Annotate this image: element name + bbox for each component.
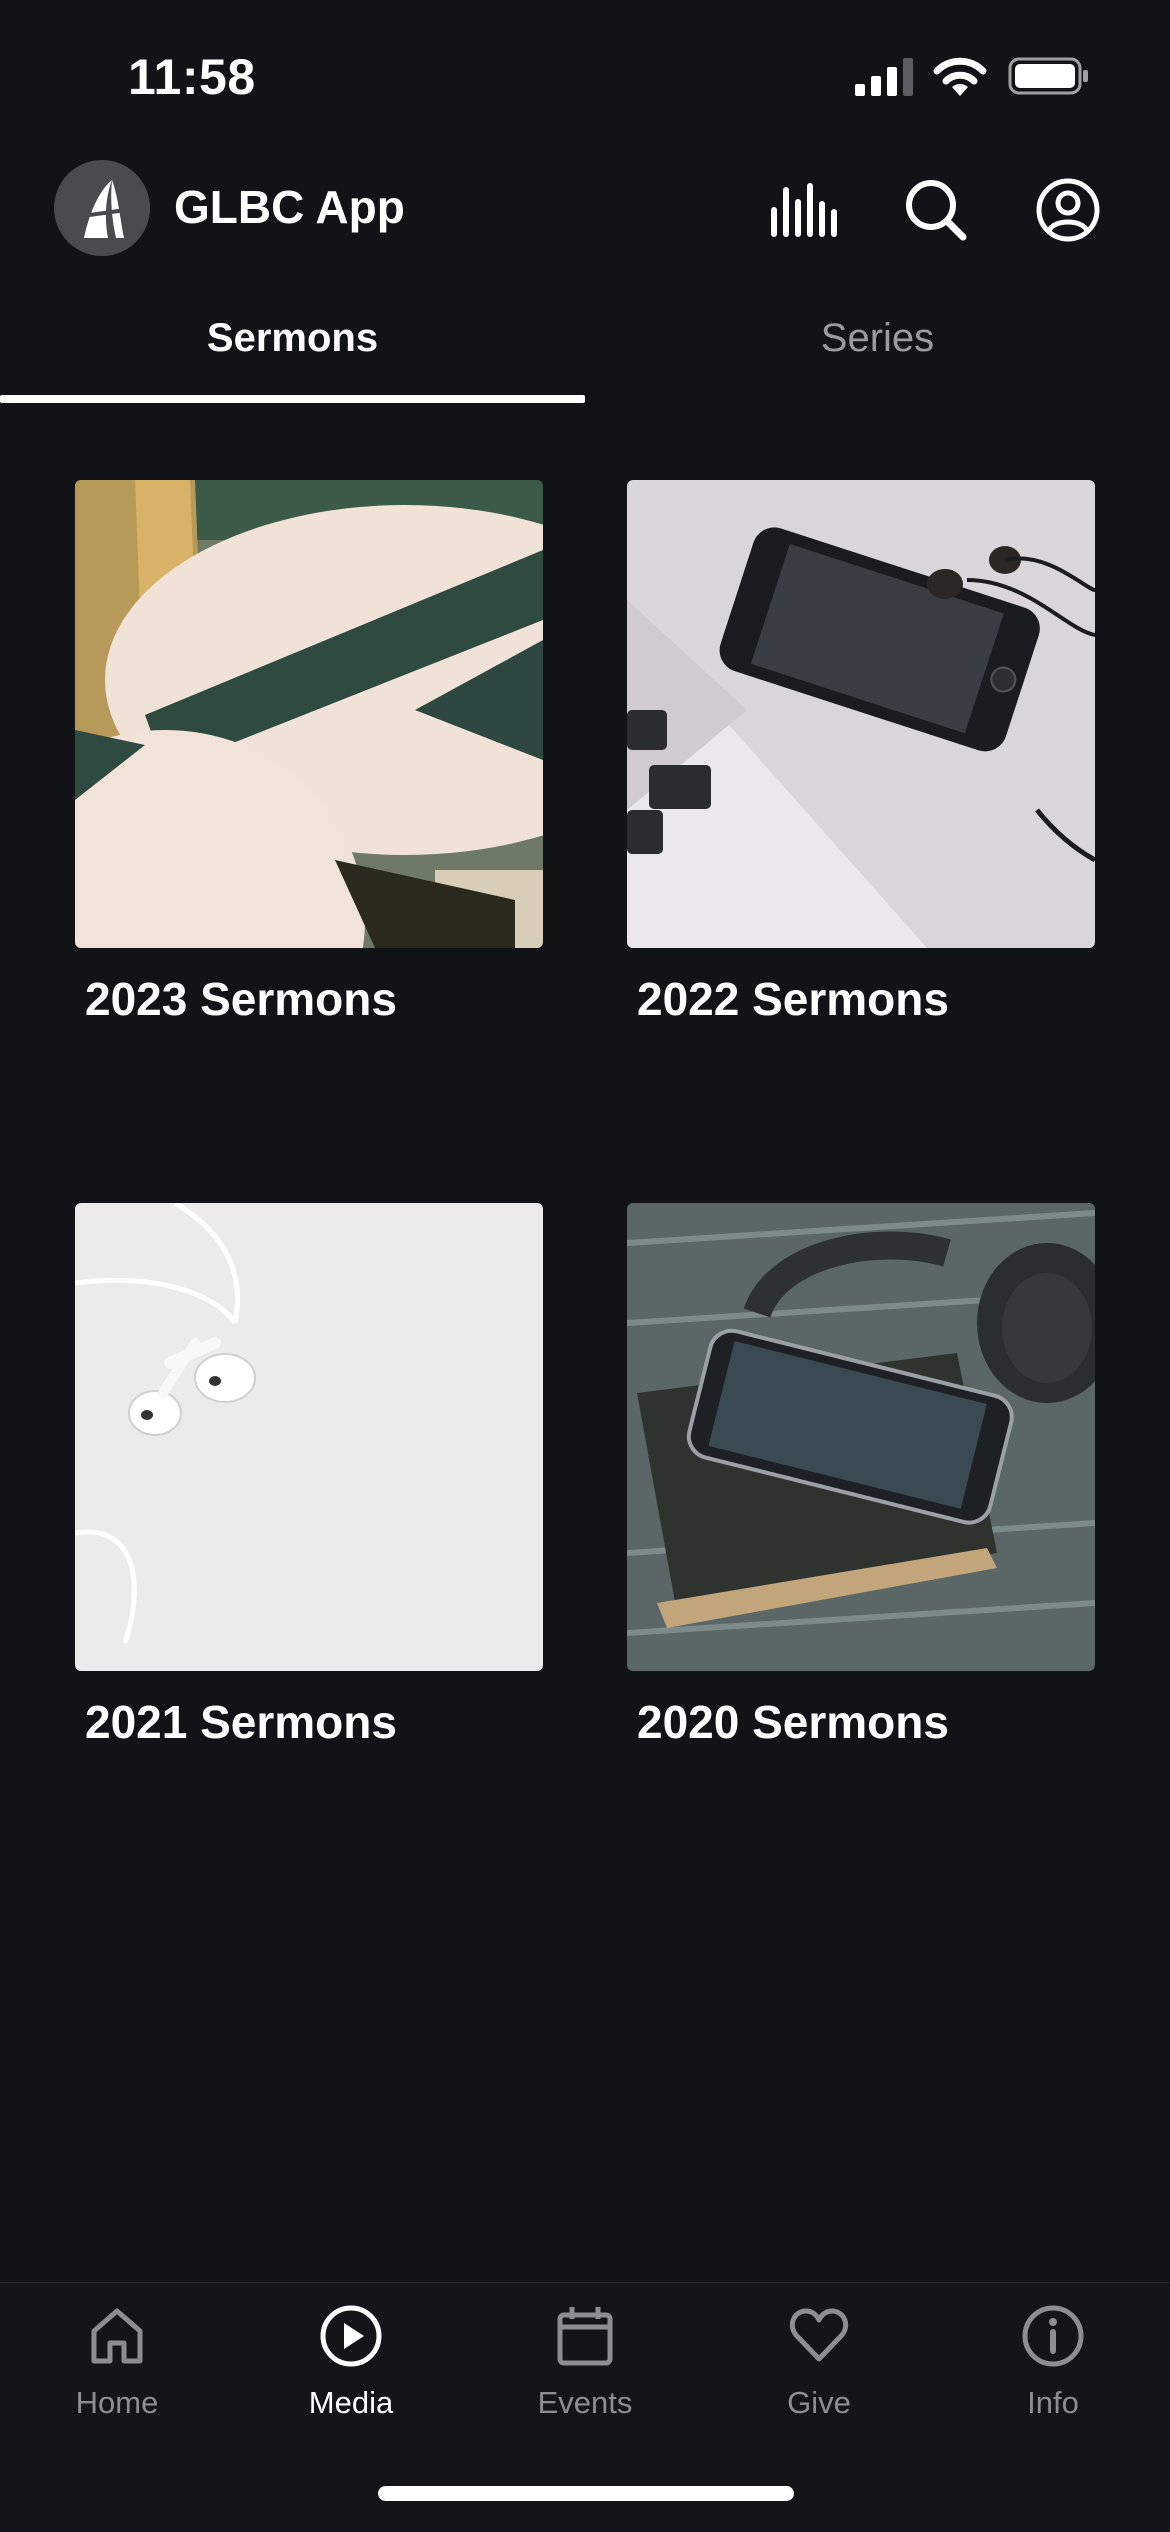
battery-icon [1008,57,1088,95]
status-time: 11:58 [128,49,256,105]
audio-bars-icon [771,183,837,237]
play-circle-icon [320,2305,382,2367]
nav-label: Info [1027,2385,1079,2420]
account-button[interactable] [1028,170,1108,250]
card-title: 2022 Sermons [637,973,949,1025]
nav-label: Events [537,2385,633,2420]
calendar-icon [557,2307,613,2366]
app-title: GLBC App [174,181,405,233]
nav-item-media[interactable]: Media [234,2303,468,2453]
tab-series-label: Series [820,316,935,360]
card-title: 2021 Sermons [85,1696,397,1748]
nav-item-give[interactable]: Give [702,2303,936,2453]
card-title: 2023 Sermons [85,973,397,1025]
church-logo-icon [81,180,127,238]
search-button[interactable] [896,170,976,250]
active-tab-indicator [0,395,585,403]
tab-bar: Sermons Series [0,290,1170,405]
nav-label: Media [308,2385,394,2420]
tab-sermons[interactable]: Sermons [0,290,585,405]
card-thumbnail [627,480,1095,948]
nav-label: Give [787,2385,851,2420]
tab-sermons-label: Sermons [206,316,379,360]
search-icon [906,180,967,241]
card-thumbnail [75,480,543,948]
sermon-collection-card[interactable]: 2023 Sermons [75,480,543,1026]
wifi-icon [933,57,987,96]
audio-player-button[interactable] [764,170,844,250]
card-title: 2020 Sermons [637,1696,949,1748]
card-thumbnail [627,1203,1095,1671]
tab-series[interactable]: Series [585,290,1170,405]
home-icon [91,2308,143,2364]
app-header: GLBC App [0,150,1170,270]
sermon-collection-card[interactable]: 2021 Sermons [75,1203,543,1749]
heart-icon [789,2308,849,2362]
info-icon [1022,2305,1084,2367]
cellular-signal-icon [855,58,913,96]
card-thumbnail [75,1203,543,1671]
app-logo [54,160,150,256]
user-circle-icon [1036,178,1100,242]
sermon-collection-card[interactable]: 2022 Sermons [627,480,1095,1026]
nav-item-home[interactable]: Home [0,2303,234,2453]
nav-item-info[interactable]: Info [936,2303,1170,2453]
status-bar: 11:58 [0,0,1170,150]
sermon-collection-card[interactable]: 2020 Sermons [627,1203,1095,1749]
home-indicator [378,2486,794,2501]
nav-item-events[interactable]: Events [468,2303,702,2453]
nav-label: Home [75,2385,159,2420]
